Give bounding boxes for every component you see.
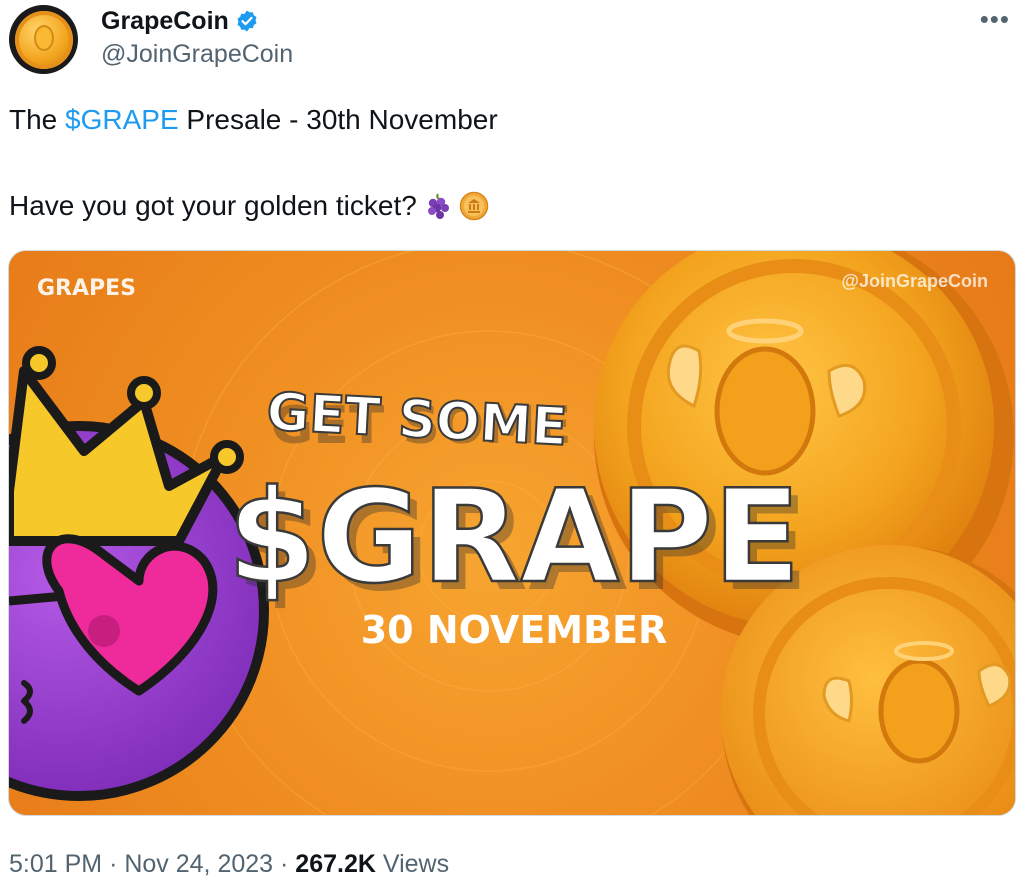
meta-separator-2: · [280, 850, 289, 878]
verified-badge-icon [237, 10, 257, 32]
brand-logo-text: GRAPES [37, 276, 136, 301]
headline-main-group: $GRAPE $GRAPE [226, 462, 808, 620]
tweet-text-question: Have you got your golden ticket? [9, 190, 417, 221]
grape-mascot [9, 346, 269, 801]
grapes-emoji-icon [427, 193, 449, 219]
tweet-media-image[interactable]: GRAPES @JoinGrapeCoin GET SOME GET SOME … [8, 250, 1016, 816]
tweet-text-suffix: Presale - 30th November [178, 104, 498, 135]
watermark-handle: @JoinGrapeCoin [841, 271, 988, 291]
more-options-icon[interactable]: ••• [980, 6, 1010, 32]
views-count[interactable]: 267.2K [295, 850, 376, 878]
avatar[interactable] [9, 5, 78, 74]
event-date: 30 NOVEMBER [361, 608, 668, 652]
author-name-row[interactable]: GrapeCoin [101, 5, 259, 37]
headline-main: $GRAPE [228, 463, 801, 612]
cashtag-link[interactable]: $GRAPE [65, 104, 179, 135]
display-name[interactable]: GrapeCoin [101, 7, 229, 36]
tweet-text-prefix: The [9, 104, 66, 135]
tweet-time[interactable]: 5:01 PM [9, 850, 102, 878]
headline-top-group: GET SOME GET SOME [264, 381, 571, 459]
views-label: Views [382, 850, 450, 878]
tweet-text-line-2: Have you got your golden ticket? [9, 190, 489, 222]
grapecoin-logo-icon [14, 10, 73, 69]
author-handle[interactable]: @JoinGrapeCoin [101, 40, 293, 69]
tweet-text-line-1: The $GRAPE Presale - 30th November [9, 104, 498, 136]
tweet-date[interactable]: Nov 24, 2023 [124, 850, 273, 878]
meta-separator: · [109, 850, 118, 878]
promo-graphic: GRAPES @JoinGrapeCoin GET SOME GET SOME … [9, 251, 1015, 815]
coin-emoji-icon [459, 191, 489, 221]
tweet-meta-footer: 5:01 PM · Nov 24, 2023 · 267.2K Views [9, 850, 449, 879]
